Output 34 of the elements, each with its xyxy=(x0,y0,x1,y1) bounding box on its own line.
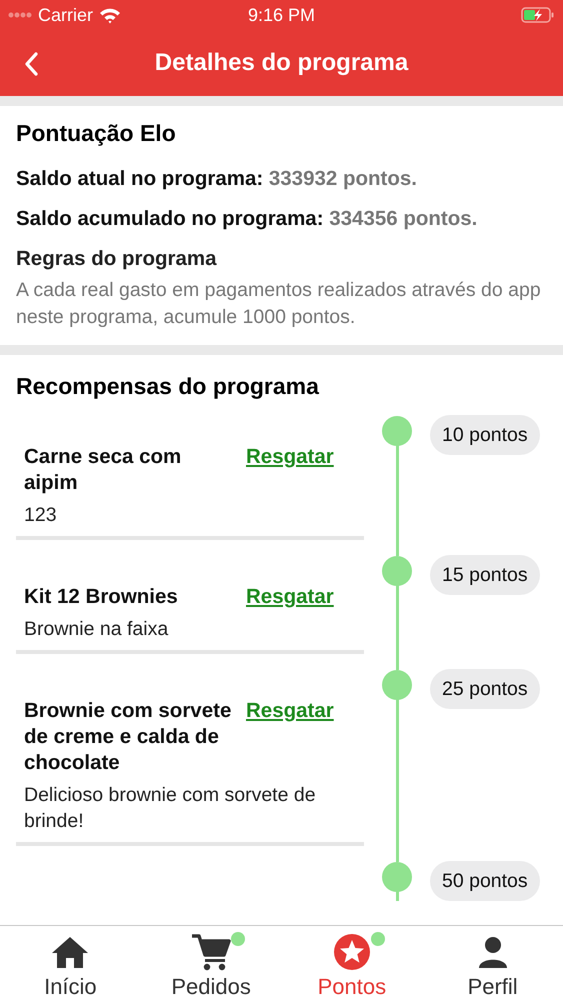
redeem-link[interactable]: Resgatar xyxy=(246,698,334,724)
signal-icon xyxy=(8,12,32,18)
reward-description: 123 xyxy=(23,503,58,528)
reward-title: Brownie com sorvete de creme e calda de chocolate xyxy=(24,698,232,776)
tab-item[interactable]: Pedidos xyxy=(140,926,282,1000)
points-badge: 15 pontos xyxy=(430,555,540,595)
back-icon[interactable] xyxy=(24,52,38,76)
rules-text: A cada real gasto em pagamentos realizados através do app neste programa, acumule 1000 pontos. xyxy=(16,278,542,330)
tab-item[interactable]: Pontos xyxy=(282,926,422,1000)
tab-item[interactable]: Início xyxy=(0,926,141,1000)
battery-icon xyxy=(521,7,555,23)
tab-item[interactable]: Perfil xyxy=(422,926,563,1000)
reward-title: Carne seca com aipim xyxy=(24,444,182,496)
balance-value: 333932 pontos. xyxy=(268,167,417,190)
points-badge: 10 pontos xyxy=(430,415,540,455)
carrier-label: Carrier xyxy=(38,4,94,26)
balance-label: Saldo acumulado no programa: xyxy=(16,207,324,230)
points-badge: 25 pontos xyxy=(430,669,540,709)
reward-description: Delicioso brownie com sorvete de brinde! xyxy=(23,783,317,834)
balance-label: Saldo atual no programa: xyxy=(16,167,264,190)
program-name: Pontuação Elo xyxy=(16,120,177,147)
reward-description: Brownie na faixa xyxy=(23,617,170,642)
rewards-title: Recompensas do programa xyxy=(15,373,320,400)
redeem-link[interactable]: Resgatar xyxy=(246,584,334,610)
wifi-icon xyxy=(99,6,122,24)
screen-title: Detalhes do programa xyxy=(154,49,408,77)
cart-icon xyxy=(191,933,232,971)
reward-title: Kit 12 Brownies xyxy=(24,584,179,610)
rules-title: Regras do programa xyxy=(16,247,218,271)
balance-value: 334356 pontos. xyxy=(329,207,478,230)
home-icon xyxy=(51,935,90,969)
points-badge: 50 pontos xyxy=(430,861,540,901)
redeem-link[interactable]: Resgatar xyxy=(246,444,334,470)
clock-time: 9:16 PM xyxy=(248,4,316,26)
